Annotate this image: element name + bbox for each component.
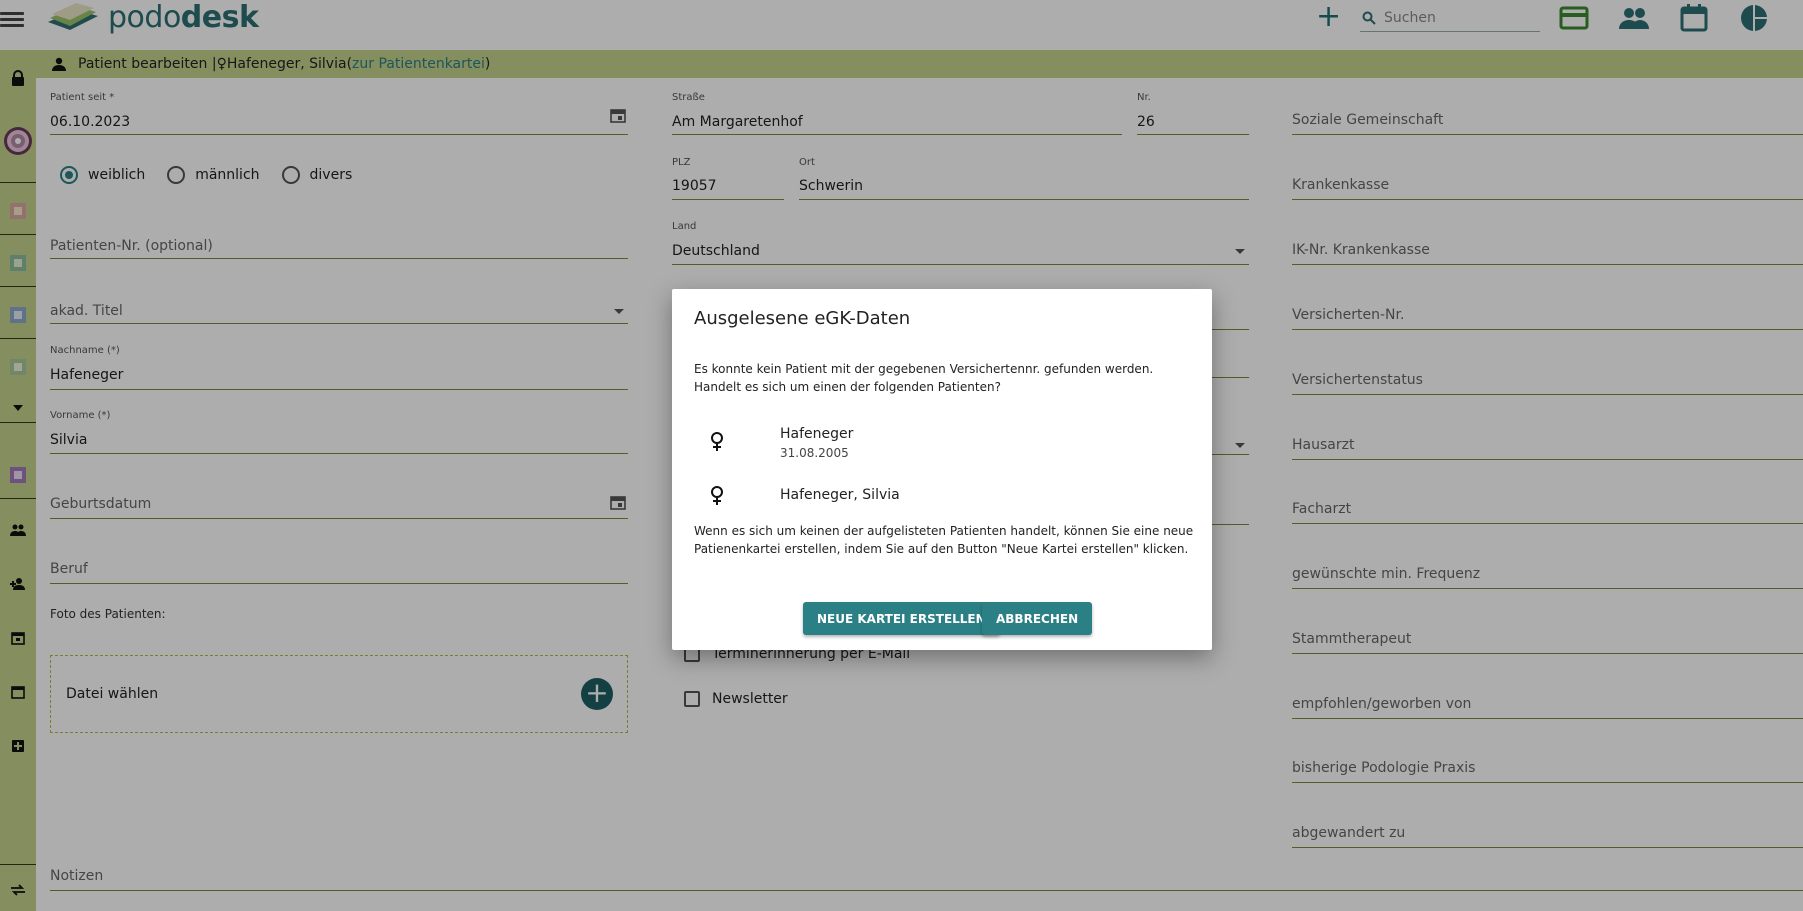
new-record-button[interactable]: NEUE KARTEI ERSTELLEN <box>803 602 1000 635</box>
dialog-message: Es konnte kein Patient mit der gegebenen… <box>694 362 1154 394</box>
patient-option-name: Hafeneger <box>780 426 854 442</box>
patient-option[interactable]: Hafeneger 31.08.2005 <box>694 426 1190 470</box>
dialog-title: Ausgelesene eGK-Daten <box>694 308 911 329</box>
patient-option-date: 31.08.2005 <box>780 446 849 460</box>
female-icon <box>711 432 723 451</box>
patient-option-name: Hafeneger, Silvia <box>780 487 900 503</box>
cancel-button[interactable]: ABBRECHEN <box>982 602 1093 635</box>
female-icon <box>711 486 723 505</box>
dialog-footer-text: Wenn es sich um keinen der aufgelisteten… <box>694 524 1194 556</box>
egk-data-dialog: Ausgelesene eGK-Daten Es konnte kein Pat… <box>672 289 1212 650</box>
